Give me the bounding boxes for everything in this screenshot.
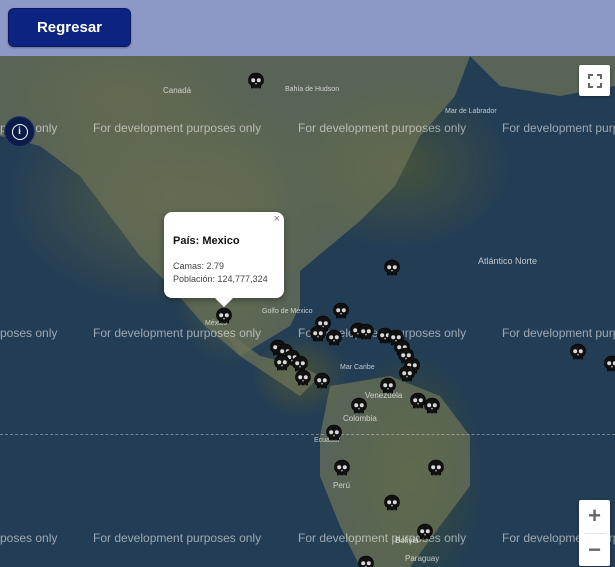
- popup-title: País: Mexico: [173, 235, 240, 247]
- skull-marker-icon[interactable]: [378, 376, 398, 396]
- skull-marker-icon[interactable]: [356, 322, 376, 342]
- place-canada: Canadá: [163, 86, 192, 95]
- skull-marker-icon[interactable]: [382, 493, 402, 513]
- skull-marker-icon[interactable]: [568, 342, 588, 362]
- place-paraguay: Paraguay: [405, 554, 440, 563]
- fullscreen-button[interactable]: [579, 65, 610, 96]
- place-caribbean: Mar Caribe: [340, 364, 375, 371]
- info-button[interactable]: i: [4, 116, 35, 147]
- skull-marker-icon[interactable]: [331, 301, 351, 321]
- skull-marker-icon[interactable]: [324, 328, 344, 348]
- country-info-popup: × País: Mexico Camas: 2.79 Población: 12…: [164, 212, 284, 307]
- skull-marker-icon[interactable]: [332, 458, 352, 478]
- watermark: For development purposes only: [502, 121, 615, 135]
- skull-marker-icon[interactable]: [272, 353, 292, 373]
- place-labrador: Mar de Labrador: [445, 108, 497, 115]
- skull-marker-icon[interactable]: [246, 71, 266, 91]
- top-bar: Regresar: [0, 0, 615, 56]
- watermark: For development purposes only: [502, 326, 615, 340]
- place-gulf: Golfo de México: [262, 308, 313, 315]
- watermark: For development purposes only: [93, 326, 262, 340]
- fullscreen-icon: [587, 73, 602, 88]
- watermark: poses only: [0, 531, 58, 545]
- place-peru: Perú: [333, 481, 350, 490]
- watermark: For development purposes only: [298, 121, 467, 135]
- skull-marker-icon[interactable]: [293, 368, 313, 388]
- watermark: poses only: [0, 326, 58, 340]
- skull-marker-icon[interactable]: [312, 371, 332, 391]
- skull-marker-icon[interactable]: [602, 354, 615, 374]
- zoom-in-button[interactable]: +: [579, 500, 610, 533]
- skull-marker-icon[interactable]: [214, 306, 234, 326]
- skull-marker-icon[interactable]: [422, 396, 442, 416]
- skull-marker-icon[interactable]: [415, 522, 435, 542]
- place-atlantic: Atlántico Norte: [478, 256, 538, 266]
- skull-marker-icon[interactable]: [349, 396, 369, 416]
- skull-marker-icon[interactable]: [324, 423, 344, 443]
- skull-marker-icon[interactable]: [426, 458, 446, 478]
- equator-line: [0, 434, 615, 435]
- place-hudson: Bahía de Hudson: [285, 86, 340, 93]
- skull-marker-icon[interactable]: [397, 364, 417, 384]
- skull-marker-icon[interactable]: [356, 554, 376, 567]
- map[interactable]: Canadá Bahía de Hudson Mar de Labrador A…: [0, 56, 615, 567]
- zoom-out-button[interactable]: −: [579, 533, 610, 566]
- popup-population: Población: 124,777,324: [173, 274, 268, 284]
- info-icon: i: [11, 123, 28, 140]
- watermark: For development purposes only: [93, 121, 262, 135]
- skull-marker-icon[interactable]: [382, 258, 402, 278]
- watermark: For development purposes only: [93, 531, 262, 545]
- watermark: For development purposes only: [298, 531, 467, 545]
- zoom-control: + −: [579, 500, 610, 566]
- popup-beds: Camas: 2.79: [173, 261, 225, 271]
- back-button[interactable]: Regresar: [8, 8, 131, 47]
- popup-close-button[interactable]: ×: [274, 213, 280, 225]
